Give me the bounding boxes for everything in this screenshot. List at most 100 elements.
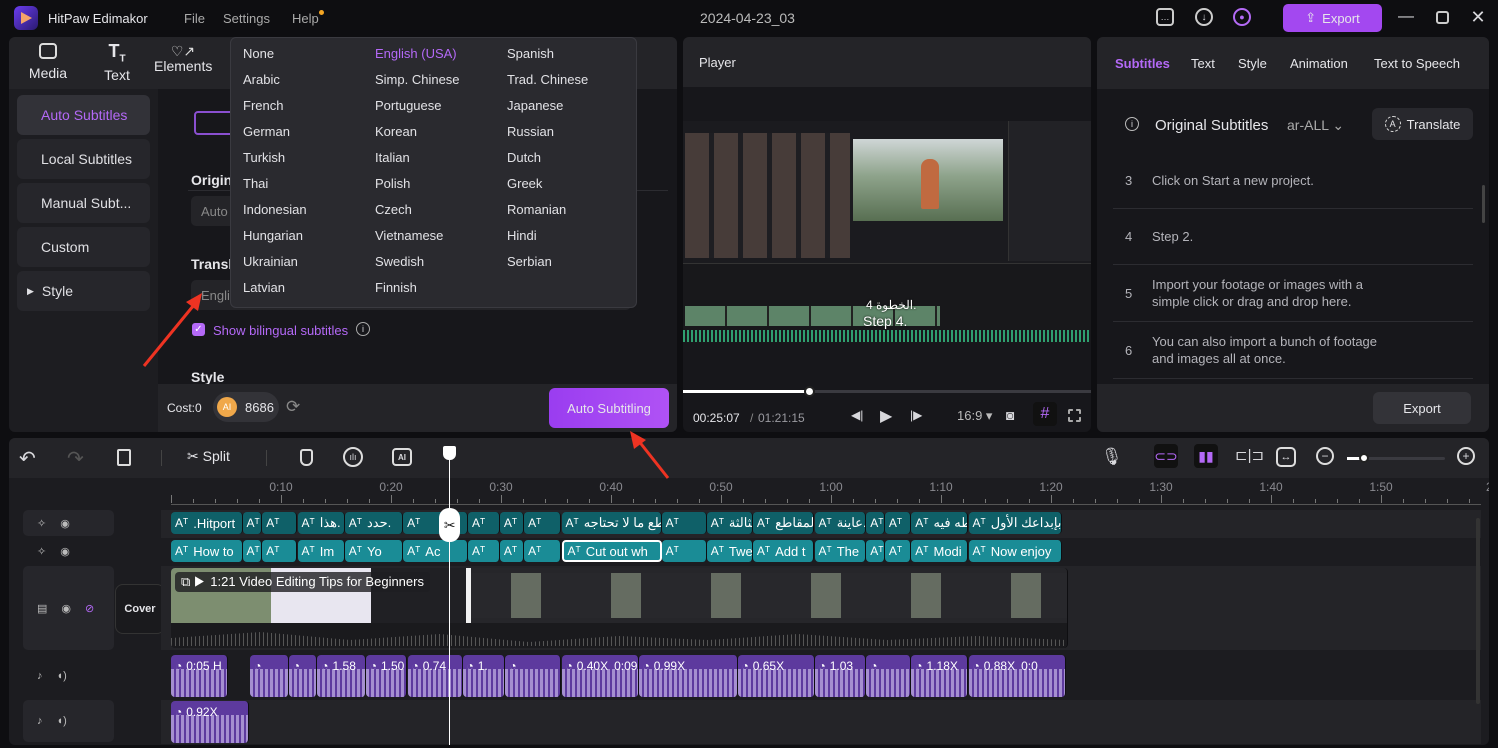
playhead[interactable]: ✂ — [439, 446, 461, 745]
subtitle-clip[interactable]: Aᵀ — [884, 540, 912, 562]
eye-icon[interactable]: ◉ — [61, 602, 71, 615]
language-option[interactable]: Latvian — [243, 280, 285, 295]
language-option[interactable]: English (USA) — [375, 46, 457, 61]
subtitle-clip[interactable]: Aᵀ Now enjoy — [968, 540, 1062, 562]
sparkle-icon[interactable]: ✧ — [37, 545, 46, 558]
sidebar-item-style[interactable]: ▶ Style — [17, 271, 150, 311]
subtitle-clip[interactable]: Aᵀ — [242, 540, 263, 562]
subtitle-clip[interactable]: Aᵀ Cut out wh — [561, 540, 662, 562]
audio-clip[interactable]: ◔ 1.58 — [317, 655, 366, 697]
language-option[interactable]: German — [243, 124, 290, 139]
split-clip-icon[interactable]: ⊏|⊐ — [1235, 446, 1264, 464]
language-option[interactable]: Arabic — [243, 72, 280, 87]
snapshot-icon[interactable]: ◙ — [1006, 407, 1014, 423]
volume-icon[interactable]: ◖) — [57, 715, 67, 727]
account-icon[interactable]: ● — [1233, 8, 1251, 26]
language-option[interactable]: Indonesian — [243, 202, 307, 217]
video-preview[interactable]: الخطوة 4. Step 4. — [683, 121, 1091, 343]
scrollbar[interactable] — [1482, 185, 1485, 223]
playback-progress-knob[interactable] — [804, 386, 816, 397]
language-option[interactable]: Trad. Chinese — [507, 72, 588, 87]
subtitle-clip[interactable]: Aᵀ — [499, 512, 525, 534]
timeline-scrollbar[interactable] — [1476, 518, 1480, 704]
audio-clip[interactable]: ◔ 0.40X 0:09 — [561, 655, 639, 697]
audio-clip[interactable]: ◔ 1. — [462, 655, 506, 697]
language-option[interactable]: Russian — [507, 124, 554, 139]
language-option[interactable]: Dutch — [507, 150, 541, 165]
aspect-ratio-select[interactable]: 16:9 ▾ — [957, 408, 992, 424]
undo-icon[interactable]: ↶ — [19, 446, 36, 471]
playhead-handle[interactable] — [443, 446, 457, 460]
subtitle-row[interactable]: 6 You can also import a bunch of footage … — [1113, 322, 1473, 379]
language-option[interactable]: Simp. Chinese — [375, 72, 460, 87]
volume-icon[interactable]: ◖) — [57, 670, 67, 682]
eye-icon[interactable]: ◉ — [60, 517, 70, 530]
subtitle-clip[interactable]: Aᵀ حدد. — [344, 512, 404, 534]
previous-frame-icon[interactable]: ◀| — [851, 408, 863, 422]
tab-media[interactable]: Media — [27, 43, 69, 81]
language-option[interactable]: Korean — [375, 124, 417, 139]
subtitle-clip[interactable]: Aᵀ The — [814, 540, 867, 562]
audio-clip[interactable]: ◔ 0.92X — [171, 701, 250, 743]
tab-subtitles[interactable]: Subtitles — [1115, 56, 1170, 71]
subtitle-clip[interactable]: Aᵀ بإبداعك الأول! — [968, 512, 1062, 534]
language-option[interactable]: Czech — [375, 202, 412, 217]
subtitle-row[interactable]: 3 Click on Start a new project. — [1113, 152, 1473, 209]
refresh-icon[interactable]: ⟳ — [286, 397, 300, 417]
playback-progress[interactable] — [683, 386, 1091, 397]
audio-clip[interactable]: ◔ — [288, 655, 318, 697]
language-option[interactable]: Italian — [375, 150, 410, 165]
audio-clip[interactable]: ◔ — [505, 655, 562, 697]
language-option[interactable]: Hindi — [507, 228, 537, 243]
bilingual-checkbox[interactable]: ✓ — [192, 323, 205, 336]
music-note-icon[interactable]: ♪ — [37, 670, 43, 682]
microphone-icon[interactable]: 🎙︎ — [1101, 447, 1123, 467]
zoom-out-icon[interactable]: − — [1316, 447, 1334, 465]
subtitle-clip[interactable]: Aᵀ Ac — [403, 540, 468, 562]
timeline-zoom-slider[interactable] — [1347, 453, 1445, 463]
zoom-in-icon[interactable]: + — [1457, 447, 1475, 465]
sidebar-item-custom[interactable]: Custom — [17, 227, 150, 267]
tab-text-to-speech[interactable]: Text to Speech — [1374, 56, 1460, 71]
language-option[interactable]: Spanish — [507, 46, 554, 61]
tab-animation[interactable]: Animation — [1290, 56, 1348, 71]
audio-clip[interactable]: ◔ — [866, 655, 912, 697]
language-option[interactable]: Turkish — [243, 150, 285, 165]
audio-clip[interactable]: ◔ — [250, 655, 289, 697]
subtitle-clip[interactable]: Aᵀ — [242, 512, 263, 534]
timeline-ruler[interactable]: 0:10 0:20 0:30 0:40 0:50 1:00 1:10 1:20 1:30 1:40… — [171, 478, 1489, 505]
audio-clip[interactable]: ◔ 0.74 — [407, 655, 463, 697]
subtitle-clip[interactable]: Aᵀ — [884, 512, 912, 534]
language-option[interactable]: None — [243, 46, 274, 61]
subtitle-clip[interactable]: Aᵀ — [262, 512, 298, 534]
snap-icon[interactable]: ▮▮ — [1194, 444, 1218, 468]
language-option[interactable]: Ukrainian — [243, 254, 298, 269]
subtitle-clip[interactable]: Aᵀ — [866, 540, 885, 562]
subtitle-clip[interactable]: Aᵀ Twe — [706, 540, 753, 562]
language-option[interactable]: French — [243, 98, 283, 113]
export-button[interactable]: ⇪ Export — [1283, 4, 1382, 32]
language-option[interactable]: Vietnamese — [375, 228, 443, 243]
maximize-icon[interactable] — [1436, 11, 1449, 24]
eye-icon[interactable]: ◉ — [60, 545, 70, 558]
menu-settings[interactable]: Settings — [223, 11, 270, 26]
subtitle-clip[interactable]: Aᵀ Add t — [752, 540, 815, 562]
tab-elements[interactable]: ♡↗ Elements — [154, 43, 212, 74]
language-option[interactable]: Hungarian — [243, 228, 303, 243]
subtitle-clip[interactable]: Aᵀ — [499, 540, 525, 562]
video-clip[interactable]: ⧉ ▶ 1:21 Video Editing Tips for Beginners — [171, 568, 1068, 648]
audio-clip[interactable]: ◔ 0:05 H — [171, 655, 229, 697]
feedback-icon[interactable]: … — [1156, 8, 1174, 26]
info-icon[interactable]: i — [356, 322, 370, 336]
audio-clip[interactable]: ◔ 1.50 — [365, 655, 408, 697]
language-option[interactable]: Thai — [243, 176, 268, 191]
subtitle-clip[interactable]: Aᵀ — [524, 540, 562, 562]
link-icon[interactable]: ⊂⊃ — [1154, 444, 1178, 468]
subtitle-row[interactable]: 5 Import your footage or images with a si… — [1113, 265, 1473, 322]
subtitle-clip[interactable]: Aᵀ Im — [297, 540, 345, 562]
delete-icon[interactable] — [117, 449, 131, 466]
subtitle-clip[interactable]: Aᵀ المقاطع. — [752, 512, 815, 534]
minimize-icon[interactable]: — — [1398, 8, 1414, 26]
language-option[interactable]: Romanian — [507, 202, 566, 217]
subtitle-clip[interactable]: Aᵀ الثالثة. — [706, 512, 753, 534]
